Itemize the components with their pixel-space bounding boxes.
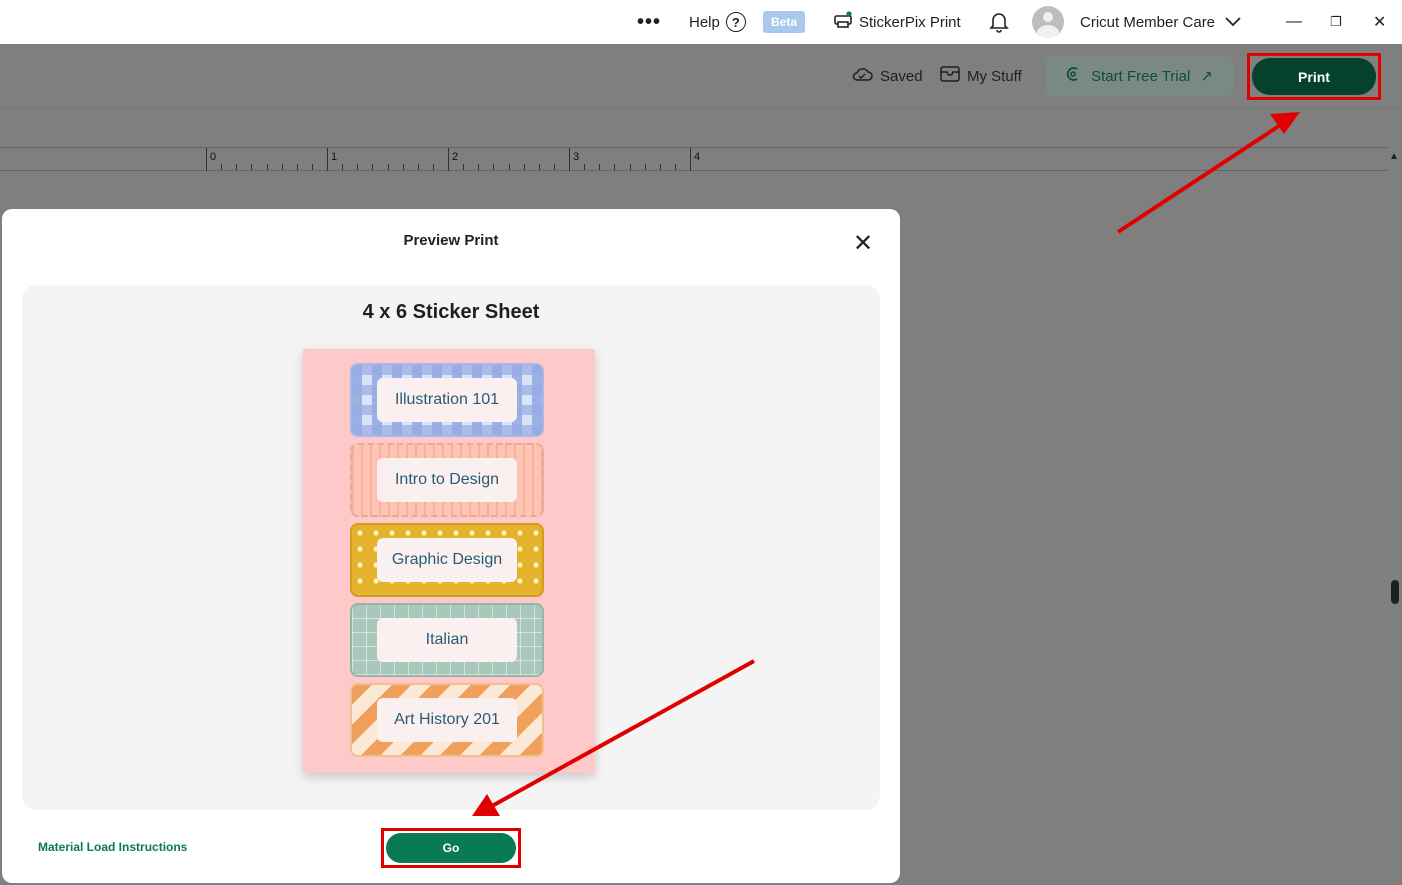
- print-button[interactable]: Print: [1252, 58, 1376, 95]
- ruler-major-tick: [690, 148, 691, 171]
- dialog-title: Preview Print: [403, 232, 499, 249]
- ruler-major-tick: [448, 148, 449, 171]
- notifications-bell-icon[interactable]: [989, 0, 1009, 44]
- avatar-icon: [1032, 6, 1064, 38]
- close-window-button[interactable]: ✕: [1373, 0, 1386, 44]
- ruler-minor-tick: [402, 164, 404, 170]
- ruler-minor-tick: [584, 164, 586, 170]
- trial-label: Start Free Trial: [1091, 67, 1191, 85]
- ruler-minor-tick: [432, 164, 434, 170]
- inbox-icon: [940, 66, 960, 86]
- sticker-label: Intro to Design: [377, 458, 517, 502]
- sticker-illustration-101: Illustration 101: [350, 363, 544, 437]
- ruler-minor-tick: [553, 164, 555, 170]
- go-button[interactable]: Go: [386, 833, 516, 863]
- saved-label: Saved: [880, 67, 923, 85]
- restore-window-button[interactable]: ❐: [1330, 0, 1342, 44]
- material-load-instructions-link[interactable]: Material Load Instructions: [38, 840, 187, 854]
- sticker-label: Graphic Design: [377, 538, 517, 582]
- ruler-minor-tick: [614, 164, 616, 170]
- ruler-major-tick: [206, 148, 207, 171]
- canvas-toolbar: Saved My Stuff Start Free Trial ↗: [0, 44, 1402, 108]
- ruler-minor-tick: [644, 164, 646, 170]
- ruler-minor-tick: [659, 164, 661, 170]
- ruler-minor-tick: [251, 164, 253, 170]
- stickerpix-print-button[interactable]: StickerPix Print: [833, 0, 961, 44]
- arrow-to-print: [1116, 112, 1300, 234]
- ruler-minor-tick: [387, 164, 389, 170]
- ruler-minor-tick: [463, 164, 465, 170]
- close-dialog-icon[interactable]: ✕: [853, 229, 873, 258]
- beta-badge: Beta: [763, 0, 806, 44]
- ruler-minor-tick: [311, 164, 313, 170]
- ruler-minor-tick: [221, 164, 223, 170]
- sticker-sheet: Illustration 101 Intro to Design Graphic…: [303, 349, 595, 773]
- stickerpix-label: StickerPix Print: [859, 13, 961, 31]
- ruler-label: 4: [694, 151, 701, 163]
- chevron-down-icon: [1225, 14, 1241, 31]
- sticker-art-history-201: Art History 201: [350, 683, 544, 757]
- member-label: Cricut Member Care: [1080, 13, 1216, 31]
- printer-icon: [833, 11, 853, 33]
- ruler-major-tick: [569, 148, 570, 171]
- ruler-minor-tick: [523, 164, 525, 170]
- ruler-label: 0: [210, 151, 217, 163]
- ruler-minor-tick: [493, 164, 495, 170]
- start-free-trial-button[interactable]: Start Free Trial ↗: [1045, 56, 1233, 96]
- ruler-minor-tick: [629, 164, 631, 170]
- my-stuff-button[interactable]: My Stuff: [940, 44, 1022, 108]
- sticker-label: Italian: [377, 618, 517, 662]
- minimize-window-button[interactable]: —: [1286, 0, 1302, 44]
- ruler-minor-tick: [281, 164, 283, 170]
- help-icon: ?: [725, 12, 746, 32]
- cloud-check-icon: [851, 66, 873, 86]
- ruler-minor-tick: [538, 164, 540, 170]
- my-stuff-label: My Stuff: [967, 67, 1022, 85]
- ruler-minor-tick: [599, 164, 601, 170]
- ruler-label: 3: [573, 151, 580, 163]
- ruler-label: 1: [331, 151, 338, 163]
- scroll-up-arrow-icon[interactable]: ▲: [1389, 151, 1399, 162]
- cricut-logo-icon: [1065, 66, 1081, 86]
- ruler-minor-tick: [296, 164, 298, 170]
- ruler-minor-tick: [236, 164, 238, 170]
- ruler-major-tick: [327, 148, 328, 171]
- ruler-minor-tick: [372, 164, 374, 170]
- ruler-minor-tick: [417, 164, 419, 170]
- beta-label: Beta: [763, 11, 806, 33]
- help-label: Help: [689, 13, 720, 31]
- ruler-minor-tick: [508, 164, 510, 170]
- help-button[interactable]: Help ?: [689, 0, 746, 44]
- print-preview-area: 4 x 6 Sticker Sheet Illustration 101 Int…: [22, 285, 880, 810]
- horizontal-ruler: 0 1 2 3 4: [0, 147, 1388, 171]
- preview-print-dialog: Preview Print ✕ 4 x 6 Sticker Sheet Illu…: [2, 209, 900, 883]
- ruler-minor-tick: [478, 164, 480, 170]
- sticker-italian: Italian: [350, 603, 544, 677]
- sticker-label: Art History 201: [377, 698, 517, 742]
- ruler-minor-tick: [357, 164, 359, 170]
- member-care-menu[interactable]: Cricut Member Care: [1080, 0, 1241, 44]
- sticker-label: Illustration 101: [377, 378, 517, 422]
- ruler-label: 2: [452, 151, 459, 163]
- ruler-minor-tick: [342, 164, 344, 170]
- user-avatar[interactable]: [1032, 0, 1064, 44]
- sticker-graphic-design: Graphic Design: [350, 523, 544, 597]
- title-bar: ••• Help ? Beta StickerPix Print Cricut …: [0, 0, 1402, 44]
- ruler-minor-tick: [674, 164, 676, 170]
- sheet-title: 4 x 6 Sticker Sheet: [362, 301, 540, 323]
- ruler-minor-tick: [266, 164, 268, 170]
- sticker-intro-to-design: Intro to Design: [350, 443, 544, 517]
- vertical-scrollbar-thumb[interactable]: [1391, 580, 1399, 604]
- external-link-icon: ↗: [1200, 68, 1213, 85]
- more-options-icon[interactable]: •••: [637, 0, 661, 44]
- saved-status[interactable]: Saved: [851, 44, 923, 108]
